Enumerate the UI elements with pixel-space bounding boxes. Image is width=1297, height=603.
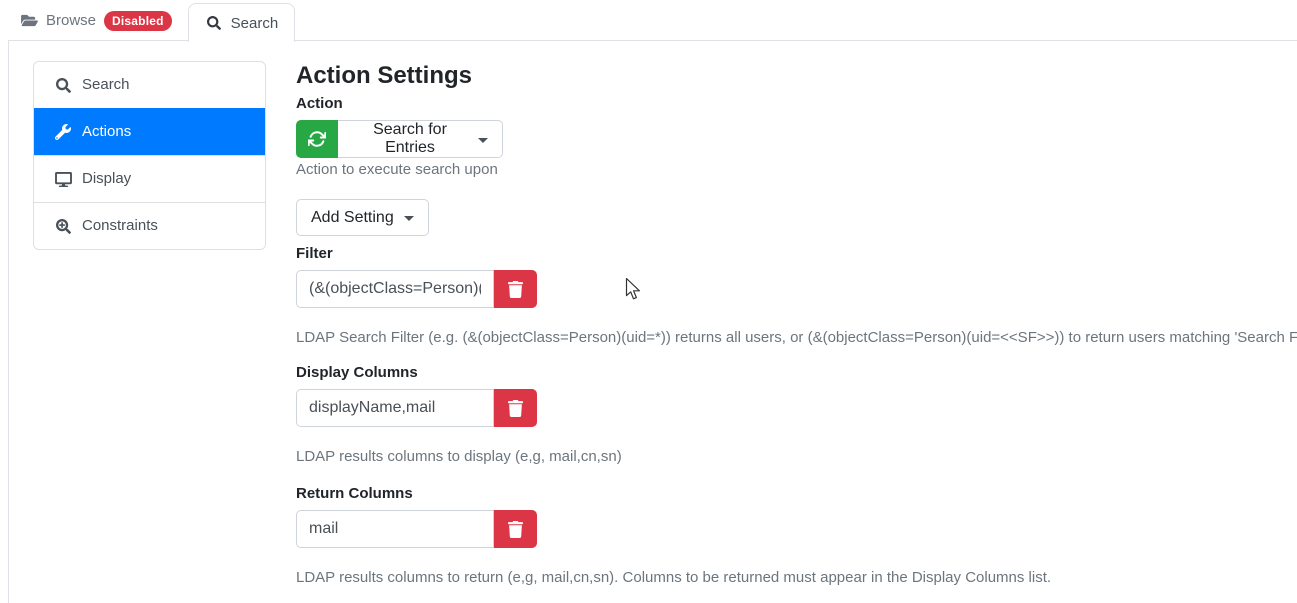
sidebar-item-actions[interactable]: Actions bbox=[34, 108, 265, 155]
desktop-icon bbox=[54, 171, 72, 187]
wrench-icon bbox=[54, 124, 72, 140]
action-button-group: Search for Entries bbox=[296, 120, 503, 158]
sidebar-item-search[interactable]: Search bbox=[34, 62, 265, 108]
filter-help-text: LDAP Search Filter (e.g. (&(objectClass=… bbox=[296, 329, 1297, 346]
trash-icon bbox=[507, 399, 525, 417]
sync-action-button[interactable] bbox=[296, 120, 338, 158]
sidebar-item-label: Actions bbox=[82, 123, 132, 140]
action-help-text: Action to execute search upon bbox=[296, 161, 498, 178]
sidebar-item-label: Constraints bbox=[82, 217, 158, 234]
add-setting-dropdown[interactable]: Add Setting bbox=[296, 199, 429, 236]
caret-down-icon bbox=[403, 216, 414, 221]
tab-search-label: Search bbox=[230, 14, 279, 32]
display-columns-help-text: LDAP results columns to display (e,g, ma… bbox=[296, 448, 622, 465]
search-icon bbox=[205, 16, 223, 30]
return-columns-input-group bbox=[296, 510, 1297, 548]
tab-search[interactable]: Search bbox=[187, 3, 296, 42]
display-columns-input[interactable] bbox=[296, 389, 494, 427]
filter-input[interactable] bbox=[296, 270, 494, 308]
action-select-label: Search for Entries bbox=[373, 121, 447, 156]
search-icon bbox=[54, 77, 72, 93]
display-columns-label: Display Columns bbox=[296, 364, 418, 381]
caret-down-icon bbox=[478, 137, 488, 143]
folder-open-icon bbox=[20, 13, 38, 28]
delete-return-columns-button[interactable] bbox=[494, 510, 537, 548]
display-columns-input-group bbox=[296, 389, 1297, 427]
return-columns-input[interactable] bbox=[296, 510, 494, 548]
filter-label: Filter bbox=[296, 245, 333, 262]
trash-icon bbox=[507, 280, 525, 298]
sidebar-item-label: Display bbox=[82, 170, 132, 187]
delete-display-columns-button[interactable] bbox=[494, 389, 537, 427]
tab-browse[interactable]: Browse Disabled bbox=[4, 0, 188, 41]
page-title: Action Settings bbox=[296, 62, 473, 89]
sidebar-item-display[interactable]: Display bbox=[34, 155, 265, 202]
delete-filter-button[interactable] bbox=[494, 270, 537, 308]
tab-bar: Browse Disabled Search bbox=[0, 0, 1297, 42]
tab-browse-label: Browse bbox=[46, 12, 97, 29]
sidebar-item-label: Search bbox=[82, 76, 130, 93]
return-columns-help-text: LDAP results columns to return (e,g, mai… bbox=[296, 569, 1052, 586]
search-plus-icon bbox=[54, 218, 72, 234]
action-settings-section: Action Settings Action Search for Entrie… bbox=[296, 61, 1297, 603]
tab-content-panel: Search Actions Display Constraints Actio… bbox=[8, 40, 1297, 603]
sidebar-item-constraints[interactable]: Constraints bbox=[34, 202, 265, 249]
filter-input-group bbox=[296, 270, 1297, 308]
action-select-dropdown[interactable]: Search for Entries bbox=[338, 120, 503, 158]
sidebar-nav: Search Actions Display Constraints bbox=[33, 61, 266, 250]
disabled-badge: Disabled bbox=[104, 10, 172, 31]
sync-icon bbox=[308, 130, 326, 148]
return-columns-label: Return Columns bbox=[296, 485, 413, 502]
trash-icon bbox=[507, 520, 525, 538]
action-label: Action bbox=[296, 95, 343, 112]
add-setting-label: Add Setting bbox=[311, 208, 394, 226]
